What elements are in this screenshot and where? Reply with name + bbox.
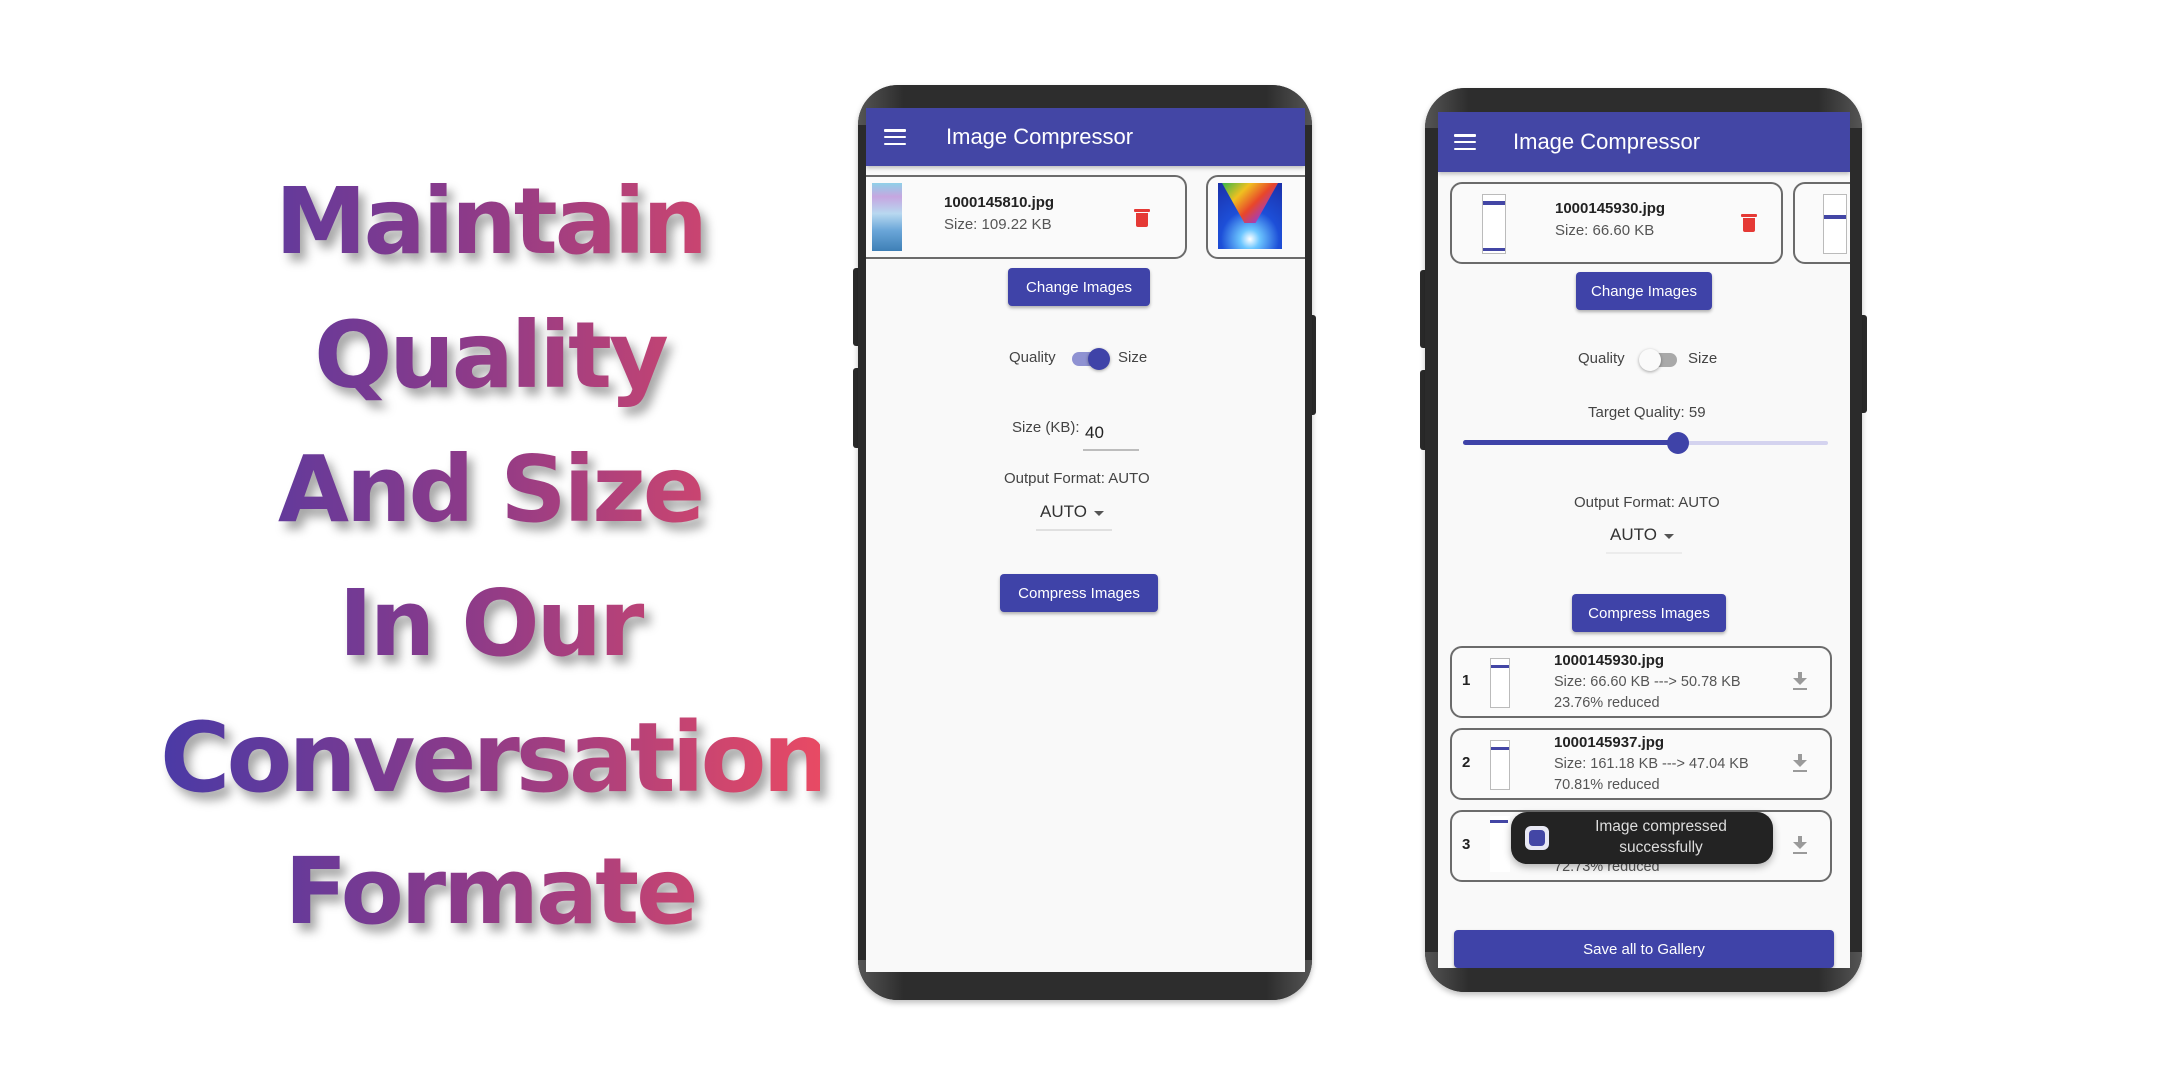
headline-line-4: In Our [160,557,820,691]
result-index: 3 [1462,836,1471,853]
image-filename: 1000145810.jpg [944,194,1055,211]
hamburger-menu-icon[interactable] [884,129,906,145]
mode-quality-label: Quality [1578,350,1625,367]
size-kb-input[interactable]: 40 [1085,423,1104,443]
phone1-app-bar: Image Compressor [866,108,1305,166]
result-reduced: 23.76% reduced [1554,695,1660,711]
format-dropdown-value: AUTO [1610,525,1657,544]
headline-line-6: Formate [160,825,820,959]
result-index: 1 [1462,672,1471,689]
phone1-frame: Image Compressor 1000145810.jpg Size: 10… [858,85,1312,1000]
format-dropdown-value: AUTO [1040,502,1087,521]
delete-icon[interactable] [1134,209,1150,227]
change-images-button[interactable]: Change Images [1576,272,1712,310]
toast-message: Image compressed successfully [1595,818,1727,856]
image-thumbnail [1218,183,1282,249]
promo-headline: Maintain Quality And Size In Our Convers… [160,155,831,959]
target-quality-label: Target Quality: 59 [1588,404,1706,421]
output-format-label: Output Format: AUTO [1004,470,1150,487]
result-index: 2 [1462,754,1471,771]
change-images-button[interactable]: Change Images [1008,268,1150,306]
image-thumbnail [1823,194,1847,254]
headline-line-5: Conversation [160,691,831,825]
compress-images-button[interactable]: Compress Images [1000,574,1158,612]
size-kb-input-underline [1083,449,1139,451]
image-size: Size: 66.60 KB [1555,222,1655,239]
result-thumbnail [1490,658,1510,708]
selected-image-card[interactable]: 1000145810.jpg Size: 109.22 KB [866,175,1187,259]
toast-notification: Image compressed successfully [1511,812,1773,864]
app-title: Image Compressor [1513,129,1701,154]
result-size: Size: 161.18 KB ---> 47.04 KB [1554,756,1749,772]
format-dropdown[interactable]: AUTO [1036,500,1116,531]
phone2-screen: Image Compressor 1000145930.jpg Size: 66… [1438,112,1850,968]
result-filename: 1000145937.jpg [1554,734,1665,751]
slider-fill [1463,440,1678,445]
dropdown-caret-icon [1094,511,1104,516]
selected-image-card[interactable] [1206,175,1305,259]
compress-images-button[interactable]: Compress Images [1572,594,1726,632]
format-dropdown[interactable]: AUTO [1606,523,1686,554]
download-icon[interactable] [1792,754,1808,774]
image-thumbnail [1482,194,1506,254]
headline-line-3: And Size [160,423,820,557]
format-dropdown-underline [1036,529,1112,531]
delete-icon[interactable] [1741,214,1757,232]
quality-size-toggle[interactable] [1070,346,1110,370]
image-filename: 1000145930.jpg [1555,200,1666,217]
promo-stage: Maintain Quality And Size In Our Convers… [0,0,2160,1080]
hamburger-menu-icon[interactable] [1454,134,1476,150]
selected-image-card[interactable]: 1000145930.jpg Size: 66.60 KB [1450,182,1783,264]
result-item[interactable]: 2 1000145937.jpg Size: 161.18 KB ---> 47… [1450,728,1832,800]
headline-line-1: Maintain [160,155,820,289]
output-format-label: Output Format: AUTO [1574,494,1720,511]
result-thumbnail [1490,816,1510,872]
format-dropdown-underline [1606,552,1682,554]
phone2-frame: Image Compressor 1000145930.jpg Size: 66… [1425,88,1862,992]
mode-size-label: Size [1688,350,1718,367]
phone1-screen: Image Compressor 1000145810.jpg Size: 10… [866,108,1305,972]
mode-quality-label: Quality [1009,349,1056,366]
download-icon[interactable] [1792,672,1808,692]
result-item[interactable]: 1 1000145930.jpg Size: 66.60 KB ---> 50.… [1450,646,1832,718]
save-all-to-gallery-button[interactable]: Save all to Gallery [1454,930,1834,968]
result-thumbnail [1490,740,1510,790]
size-kb-label: Size (KB): [1012,419,1080,436]
selected-image-card[interactable] [1793,182,1850,264]
result-filename: 1000145930.jpg [1554,652,1665,669]
result-size: Size: 66.60 KB ---> 50.78 KB [1554,674,1741,690]
download-icon[interactable] [1792,836,1808,856]
target-quality-slider[interactable] [1463,430,1828,456]
dropdown-caret-icon [1664,534,1674,539]
image-size: Size: 109.22 KB [944,216,1052,233]
slider-thumb[interactable] [1667,432,1689,454]
app-title: Image Compressor [946,124,1134,149]
app-icon [1525,826,1549,850]
result-reduced: 70.81% reduced [1554,777,1660,793]
phone2-app-bar: Image Compressor [1438,112,1850,172]
quality-size-toggle[interactable] [1639,347,1679,371]
headline-line-2: Quality [160,289,820,423]
mode-size-label: Size [1118,349,1148,366]
image-thumbnail [872,183,902,251]
